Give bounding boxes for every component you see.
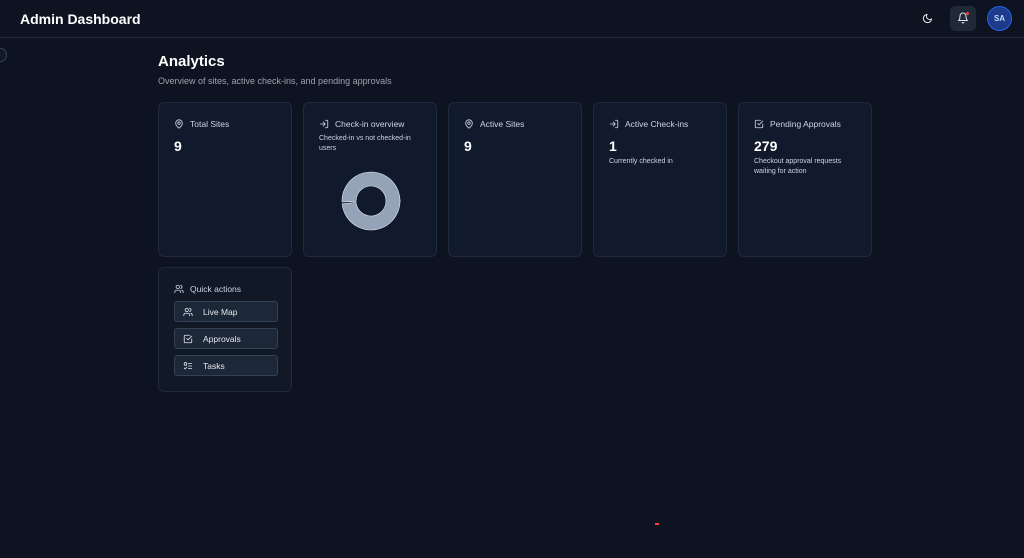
users-icon bbox=[183, 307, 193, 317]
quick-actions-card: Quick actions Live Map Approvals Tasks bbox=[158, 267, 292, 392]
card-label: Total Sites bbox=[190, 119, 230, 129]
checkbox-icon bbox=[754, 119, 764, 129]
card-label: Active Sites bbox=[480, 119, 525, 129]
total-sites-card: Total Sites 9 bbox=[158, 102, 292, 257]
page-title: Analytics bbox=[158, 53, 225, 70]
checkin-overview-card: Check-in overview Checked-in vs not chec… bbox=[303, 102, 437, 257]
checkbox-icon bbox=[183, 334, 193, 344]
card-label: Active Check-ins bbox=[625, 119, 689, 129]
checkin-overview-description: Checked-in vs not checked-in users bbox=[319, 135, 411, 152]
list-checks-icon bbox=[183, 361, 193, 371]
map-pin-icon bbox=[174, 119, 184, 129]
login-icon bbox=[609, 119, 619, 129]
pending-approvals-card: Pending Approvals 279 Checkout approval … bbox=[738, 102, 872, 257]
card-header: Active Sites bbox=[464, 119, 524, 129]
total-sites-value: 9 bbox=[174, 138, 182, 154]
pending-approvals-description: Checkout approval requests waiting for a… bbox=[754, 158, 842, 175]
tasks-label: Tasks bbox=[203, 360, 225, 371]
tasks-button[interactable]: Tasks bbox=[174, 355, 278, 376]
active-checkins-description: Currently checked in bbox=[609, 158, 673, 165]
sidebar-toggle-button[interactable] bbox=[0, 48, 7, 62]
live-map-button[interactable]: Live Map bbox=[174, 301, 278, 322]
pending-approvals-value: 279 bbox=[754, 138, 778, 154]
app-title: Admin Dashboard bbox=[20, 10, 141, 27]
theme-toggle-button[interactable] bbox=[914, 5, 940, 31]
card-header: Pending Approvals bbox=[754, 119, 841, 129]
users-icon bbox=[174, 284, 184, 294]
donut-slice-not-checked-in bbox=[341, 171, 401, 231]
approvals-label: Approvals bbox=[203, 333, 241, 344]
card-label: Pending Approvals bbox=[770, 119, 841, 129]
card-header: Check-in overview bbox=[319, 119, 404, 129]
active-sites-value: 9 bbox=[464, 138, 472, 154]
card-label: Check-in overview bbox=[335, 119, 405, 129]
moon-icon bbox=[922, 13, 933, 24]
notification-dot bbox=[966, 11, 969, 15]
card-header: Active Check-ins bbox=[609, 119, 688, 129]
active-checkins-value: 1 bbox=[609, 138, 617, 154]
active-checkins-card: Active Check-ins 1 Currently checked in bbox=[593, 102, 727, 257]
user-avatar[interactable]: SA bbox=[987, 5, 1012, 31]
quick-actions-label: Quick actions bbox=[190, 284, 242, 294]
red-indicator bbox=[655, 523, 659, 525]
top-actions: SA bbox=[914, 5, 1012, 31]
checkin-donut-chart bbox=[341, 171, 401, 231]
avatar-initials: SA bbox=[993, 13, 1006, 23]
page-subtitle: Overview of sites, active check-ins, and… bbox=[158, 76, 392, 86]
card-header: Total Sites bbox=[174, 119, 229, 129]
notifications-button[interactable] bbox=[950, 5, 976, 31]
login-icon bbox=[319, 119, 329, 129]
approvals-button[interactable]: Approvals bbox=[174, 328, 278, 349]
top-bar: Admin Dashboard SA bbox=[0, 0, 1024, 38]
live-map-label: Live Map bbox=[203, 306, 238, 317]
active-sites-card: Active Sites 9 bbox=[448, 102, 582, 257]
quick-actions-header: Quick actions bbox=[174, 284, 241, 294]
map-pin-icon bbox=[464, 119, 474, 129]
